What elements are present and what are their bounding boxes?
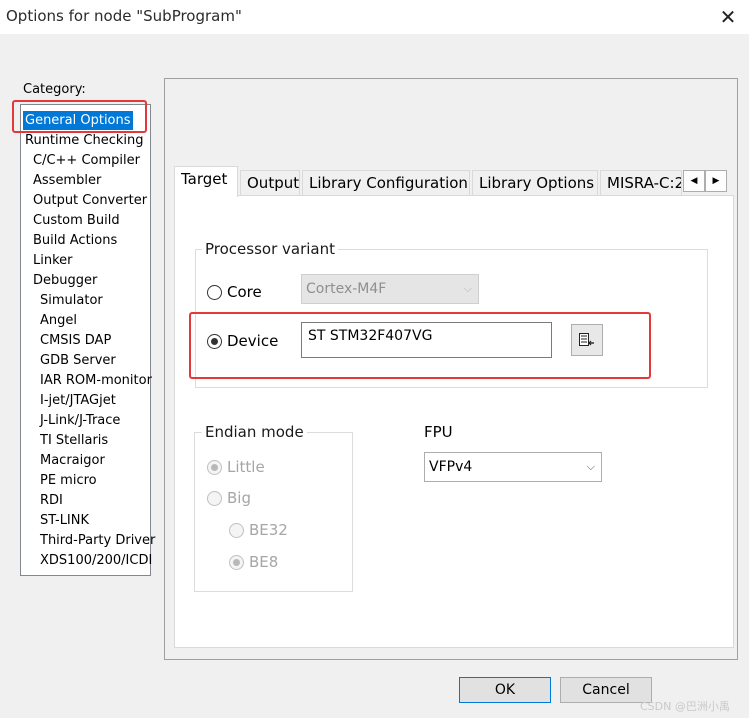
category-item-pe-micro[interactable]: PE micro bbox=[38, 471, 99, 490]
category-item-macraigor[interactable]: Macraigor bbox=[38, 451, 107, 470]
chevron-down-icon: ⌵ bbox=[586, 460, 595, 473]
core-label: Core bbox=[227, 283, 262, 301]
tab-strip: Target Output Library Configuration Libr… bbox=[174, 166, 734, 197]
tab-library-configuration[interactable]: Library Configuration bbox=[302, 170, 470, 196]
device-select-button[interactable] bbox=[571, 324, 603, 356]
device-label: Device bbox=[227, 332, 279, 350]
be32-label: BE32 bbox=[249, 521, 288, 539]
be8-radio[interactable] bbox=[229, 555, 244, 570]
category-list[interactable]: General Options Runtime Checking C/C++ C… bbox=[20, 104, 155, 576]
category-item-general-options[interactable]: General Options bbox=[23, 111, 133, 130]
device-list-icon bbox=[579, 333, 594, 346]
category-item-iar-rom-monitor[interactable]: IAR ROM-monitor bbox=[38, 371, 154, 390]
category-item-angel[interactable]: Angel bbox=[38, 311, 79, 330]
be8-label: BE8 bbox=[249, 553, 279, 571]
category-item-cmsis-dap[interactable]: CMSIS DAP bbox=[38, 331, 113, 350]
tab-misra-c[interactable]: MISRA-C:2 bbox=[600, 170, 682, 196]
category-item-gdb-server[interactable]: GDB Server bbox=[38, 351, 118, 370]
core-select[interactable]: Cortex-M4F ⌵ bbox=[301, 274, 479, 304]
window-title: Options for node "SubProgram" bbox=[6, 7, 242, 25]
little-label: Little bbox=[227, 458, 265, 476]
fpu-select-value: VFPv4 bbox=[429, 459, 473, 475]
close-icon[interactable]: ✕ bbox=[713, 3, 743, 31]
tab-output[interactable]: Output bbox=[240, 170, 300, 196]
category-item-rdi[interactable]: RDI bbox=[38, 491, 65, 510]
category-item-xds100[interactable]: XDS100/200/ICDI bbox=[38, 551, 154, 570]
be32-radio[interactable] bbox=[229, 523, 244, 538]
category-item-runtime-checking[interactable]: Runtime Checking bbox=[23, 131, 146, 150]
little-radio[interactable] bbox=[207, 460, 222, 475]
core-select-value: Cortex-M4F bbox=[306, 281, 387, 297]
big-label: Big bbox=[227, 489, 251, 507]
category-item-build-actions[interactable]: Build Actions bbox=[31, 231, 119, 250]
tab-scroll-right-icon[interactable]: ▶ bbox=[705, 170, 727, 192]
device-field[interactable]: ST STM32F407VG bbox=[301, 322, 552, 358]
category-item-jlink-jtrace[interactable]: J-Link/J-Trace bbox=[38, 411, 122, 430]
category-item-third-party-driver[interactable]: Third-Party Driver bbox=[38, 531, 157, 550]
core-radio[interactable] bbox=[207, 285, 222, 300]
watermark: CSDN @巴洲小禹 bbox=[640, 700, 730, 713]
ok-button[interactable]: OK bbox=[459, 677, 551, 703]
category-item-linker[interactable]: Linker bbox=[31, 251, 75, 270]
category-label: Category: bbox=[23, 82, 86, 97]
category-item-assembler[interactable]: Assembler bbox=[31, 171, 103, 190]
category-item-ti-stellaris[interactable]: TI Stellaris bbox=[38, 431, 110, 450]
title-bar: Options for node "SubProgram" ✕ bbox=[0, 0, 749, 34]
processor-variant-title: Processor variant bbox=[202, 240, 338, 258]
category-item-output-converter[interactable]: Output Converter bbox=[31, 191, 149, 210]
category-item-debugger[interactable]: Debugger bbox=[31, 271, 99, 290]
fpu-select[interactable]: VFPv4 ⌵ bbox=[424, 452, 602, 482]
tab-scroll-left-icon[interactable]: ◀ bbox=[683, 170, 705, 192]
tab-target[interactable]: Target bbox=[174, 166, 238, 197]
category-item-st-link[interactable]: ST-LINK bbox=[38, 511, 91, 530]
tab-library-options[interactable]: Library Options bbox=[472, 170, 598, 196]
category-item-cpp-compiler[interactable]: C/C++ Compiler bbox=[31, 151, 142, 170]
endian-mode-title: Endian mode bbox=[202, 423, 307, 441]
processor-variant-group bbox=[195, 249, 708, 388]
fpu-label: FPU bbox=[424, 423, 453, 441]
device-radio[interactable] bbox=[207, 334, 222, 349]
category-item-simulator[interactable]: Simulator bbox=[38, 291, 105, 310]
big-radio[interactable] bbox=[207, 491, 222, 506]
cancel-button[interactable]: Cancel bbox=[560, 677, 652, 703]
category-item-ijet-jtagjet[interactable]: I-jet/JTAGjet bbox=[38, 391, 118, 410]
chevron-down-icon: ⌵ bbox=[463, 282, 472, 295]
category-item-custom-build[interactable]: Custom Build bbox=[31, 211, 122, 230]
